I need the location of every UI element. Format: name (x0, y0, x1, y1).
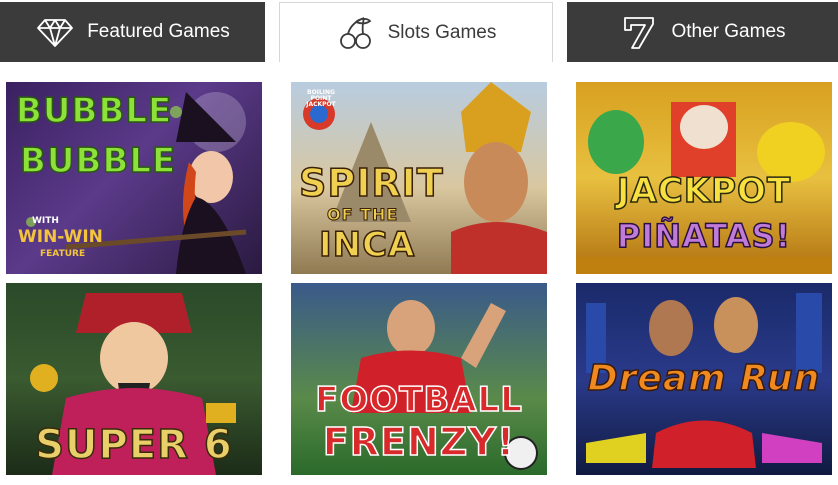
seven-icon (619, 12, 659, 52)
tab-other-games-label: Other Games (671, 21, 786, 42)
tab-slots-games-label: Slots Games (387, 21, 497, 43)
game-title-line2: PIÑATAS! (616, 217, 792, 255)
game-title-line2: OF THE (326, 205, 399, 224)
slots-game-grid: BUBBLE BUBBLE WITH WIN-WIN FEATURE BOILI… (0, 80, 838, 485)
cherries-icon (336, 13, 376, 53)
game-badge-sub: FEATURE (40, 249, 86, 259)
game-title: SUPER 6 (35, 422, 233, 468)
tab-featured-games[interactable]: Featured Games (0, 2, 265, 62)
game-tile-bubble-bubble[interactable]: BUBBLE BUBBLE WITH WIN-WIN FEATURE (6, 82, 262, 274)
game-title-line1: FOOTBALL (314, 380, 523, 420)
game-title-line3: INCA (318, 225, 416, 265)
game-title-line2: FRENZY! (322, 420, 516, 464)
game-title-line1: BUBBLE (15, 91, 173, 131)
tab-slots-games[interactable]: Slots Games (279, 2, 553, 62)
game-tile-jackpot-pinatas[interactable]: JACKPOT PIÑATAS! (576, 82, 832, 274)
tab-featured-games-label: Featured Games (87, 21, 230, 42)
game-tile-super-6[interactable]: SUPER 6 (6, 283, 262, 475)
game-badge-jackpot: BOILING POINT JACKPOT (306, 89, 336, 108)
game-tile-spirit-of-the-inca[interactable]: BOILING POINT JACKPOT SPIRIT OF THE INCA (291, 82, 547, 274)
game-title-line1: SPIRIT (298, 161, 444, 205)
game-badge-with: WITH (32, 216, 59, 226)
game-title-line1: JACKPOT (616, 171, 792, 211)
game-tile-football-frenzy[interactable]: FOOTBALL FRENZY! (291, 283, 547, 475)
game-title-line2: BUBBLE (19, 141, 177, 181)
diamond-icon (35, 12, 75, 52)
tab-other-games[interactable]: Other Games (567, 2, 838, 62)
game-tile-dream-run[interactable]: Dream Run (576, 283, 832, 475)
game-title: Dream Run (587, 358, 821, 399)
game-category-tabs: Featured Games Slots Games Other Games (0, 0, 838, 62)
game-badge-main: WIN-WIN (18, 227, 103, 247)
